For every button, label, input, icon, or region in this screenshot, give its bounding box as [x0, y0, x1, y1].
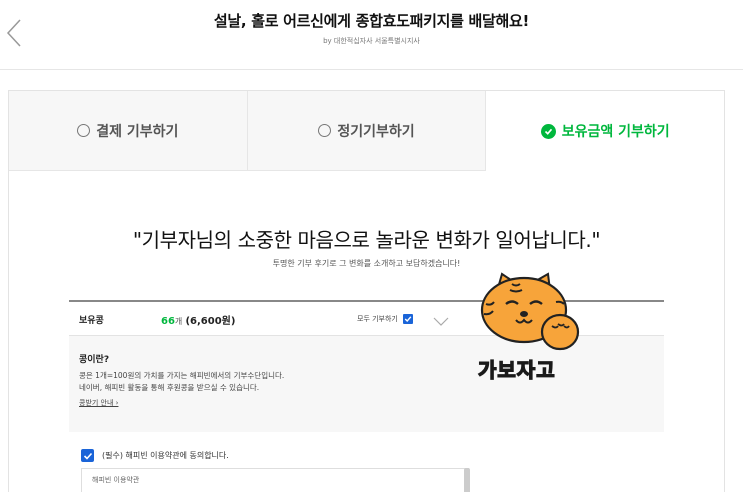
tab-balance-donation[interactable]: 보유금액 기부하기: [486, 91, 725, 171]
tab-regular-donation[interactable]: 정기기부하기: [247, 91, 487, 171]
radio-icon: [77, 124, 91, 137]
terms-scrollbar[interactable]: [464, 468, 470, 492]
check-circle-icon: [540, 123, 556, 139]
tab-label: 정기기부하기: [337, 123, 415, 140]
chevron-down-icon: [433, 317, 449, 326]
terms-agree-label: (필수) 해피빈 이용약관에 동의합니다.: [102, 451, 229, 460]
all-donate-checkbox[interactable]: [402, 314, 413, 324]
tiger-icon: [480, 272, 580, 351]
headline: "기부자님의 소중한 마음으로 놀라운 변화가 일어납니다.": [132, 228, 601, 252]
tiger-sticker: 가보자고: [472, 270, 584, 386]
terms-agree-row[interactable]: (필수) 해피빈 이용약관에 동의합니다.: [81, 449, 229, 462]
info-title: 콩이란?: [79, 355, 110, 365]
terms-content-box[interactable]: 해피빈 이용약관: [81, 468, 469, 492]
expand-button[interactable]: [433, 312, 449, 331]
tab-label: 보유금액 기부하기: [561, 124, 670, 140]
page-title: 설날, 홀로 어르신에게 종합효도패키지를 배달해요!: [213, 12, 530, 30]
all-donate-toggle[interactable]: 모두 기부하기: [357, 314, 413, 324]
bean-won: (6,600원): [185, 316, 236, 327]
tab-label: 결제 기부하기: [96, 123, 179, 140]
subline: 투명한 기부 후기로 그 변화를 소개하고 보답하겠습니다!: [272, 259, 461, 268]
info-line-1: 콩은 1개=100원의 가치를 가지는 해피빈에서의 기부수단입니다.: [79, 371, 285, 380]
bean-unit: 개: [174, 317, 183, 326]
bean-guide-link[interactable]: 콩받기 안내 ›: [79, 398, 118, 408]
page-subtitle: by 대한적십자사 서울특별시지사: [323, 37, 420, 45]
bean-amount: 66개 (6,600원): [161, 312, 235, 327]
info-line-2: 네이버, 해피빈 활동을 통해 후원콩을 받으실 수 있습니다.: [79, 383, 260, 392]
tab-payment-donation[interactable]: 결제 기부하기: [9, 91, 248, 171]
terms-agree-checkbox[interactable]: [81, 449, 94, 462]
terms-title: 해피빈 이용약관: [92, 476, 140, 484]
bean-label: 보유콩: [79, 316, 104, 326]
donation-tabs: 결제 기부하기 정기기부하기 보유금액 기부하기: [9, 91, 725, 171]
all-donate-label: 모두 기부하기: [357, 315, 398, 323]
donation-panel: 결제 기부하기 정기기부하기 보유금액 기부하기 "기부자님의 소중한 마음으로…: [8, 90, 725, 492]
radio-icon: [318, 124, 332, 137]
sticker-text: 가보자고: [477, 357, 556, 382]
bean-count: 66: [161, 316, 175, 327]
page-header: 설날, 홀로 어르신에게 종합효도패키지를 배달해요! by 대한적십자사 서울…: [0, 0, 743, 70]
